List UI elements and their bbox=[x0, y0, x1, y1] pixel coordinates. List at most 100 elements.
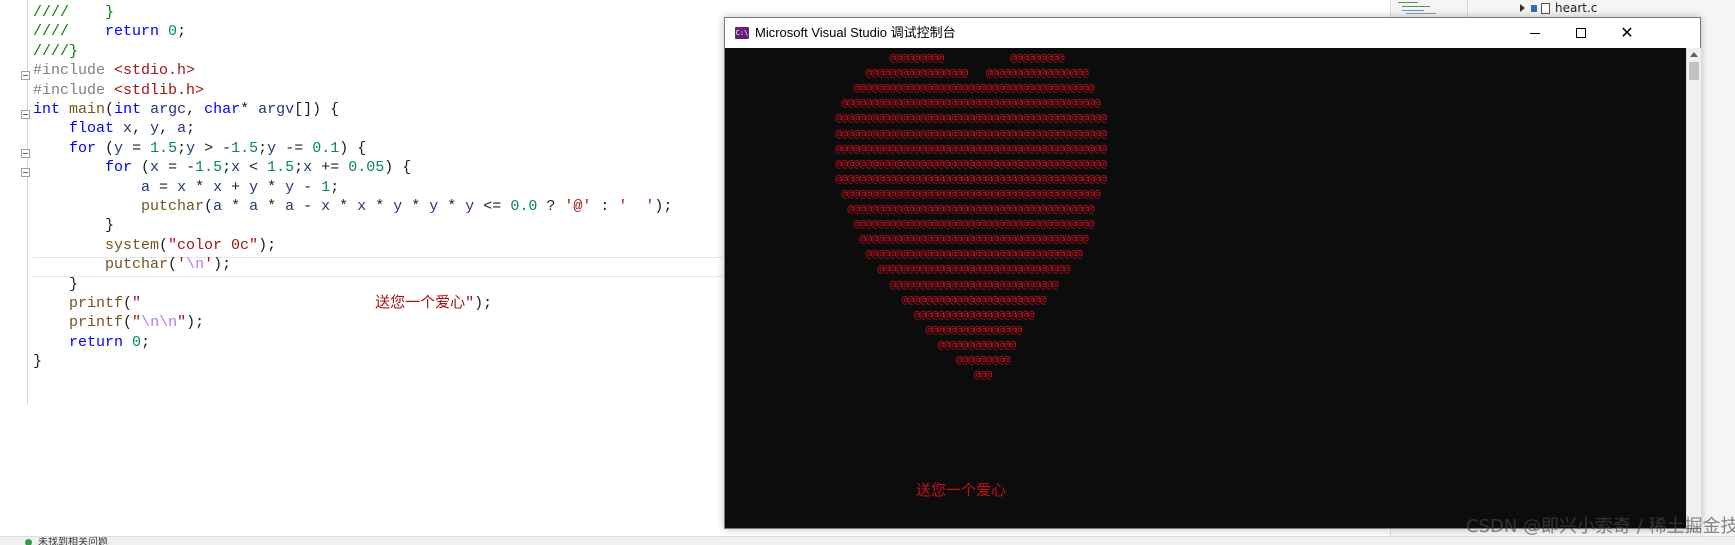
code-token: printf bbox=[69, 314, 124, 332]
minimize-button[interactable] bbox=[1512, 18, 1558, 48]
code-line[interactable]: //// } bbox=[33, 3, 114, 23]
code-token: putchar bbox=[141, 198, 205, 215]
maximize-button[interactable] bbox=[1558, 18, 1604, 48]
code-token: 0.0 bbox=[510, 198, 538, 215]
heart-row: @@@@@@@@@@@@@@@@@@@@@@@@@@@@@@@@ bbox=[781, 262, 1071, 276]
debug-console-window[interactable]: C:\ Microsoft Visual Studio 调试控制台 ✕ @@@@… bbox=[724, 17, 1701, 529]
code-line[interactable]: for (y = 1.5;y > -1.5;y -= 0.1) { bbox=[33, 139, 366, 159]
code-token: y bbox=[267, 139, 277, 157]
code-token: ' bbox=[177, 256, 187, 274]
code-token: argc bbox=[150, 101, 187, 118]
code-token: //// } bbox=[33, 4, 115, 21]
heart-row: @@@@@@@@@@@@@@@@@@@@@@@@ bbox=[781, 292, 1046, 306]
code-token: * bbox=[258, 198, 286, 215]
console-scrollbar[interactable] bbox=[1686, 48, 1701, 528]
heart-row: @@@ bbox=[781, 368, 993, 382]
code-line[interactable]: #include <stdlib.h> bbox=[33, 81, 204, 101]
code-token: a bbox=[285, 198, 295, 215]
console-titlebar[interactable]: C:\ Microsoft Visual Studio 调试控制台 ✕ bbox=[725, 18, 1700, 49]
code-token: '@' bbox=[564, 198, 592, 215]
code-line[interactable]: putchar('\n'); bbox=[33, 255, 231, 275]
code-token: * bbox=[258, 178, 286, 196]
code-line[interactable]: for (x = -1.5;x < 1.5;x += 0.05) { bbox=[33, 158, 411, 178]
code-token: * bbox=[330, 198, 358, 215]
code-token: ( bbox=[204, 198, 214, 215]
code-token: x bbox=[213, 178, 223, 196]
code-token: ); bbox=[213, 256, 232, 274]
code-line[interactable]: int main(int argc, char* argv[]) { bbox=[33, 100, 339, 120]
code-token: x bbox=[357, 198, 367, 215]
code-line[interactable]: printf(" 送您一个爱心"); bbox=[33, 294, 492, 314]
code-token: y bbox=[465, 198, 475, 215]
code-token: = bbox=[123, 139, 151, 157]
code-token: ( bbox=[168, 256, 178, 274]
code-line[interactable]: putchar(a * a * a - x * x * y * y * y <=… bbox=[33, 197, 672, 217]
fold-toggle-icon[interactable] bbox=[21, 71, 30, 80]
scroll-thumb[interactable] bbox=[1689, 62, 1699, 80]
solution-file-item[interactable]: heart.c bbox=[1520, 0, 1597, 16]
code-line[interactable]: a = x * x + y * y - 1; bbox=[33, 178, 339, 198]
code-line[interactable]: } bbox=[33, 216, 114, 236]
fold-toggle-icon[interactable] bbox=[21, 149, 30, 158]
code-token: ; bbox=[294, 159, 304, 177]
code-line[interactable]: //// return 0; bbox=[33, 22, 186, 42]
code-token: * bbox=[186, 178, 214, 196]
heart-row: @@@@@@@@@@@@@@@@@@@@@@@@@@@@@@@@@@@@@@@@… bbox=[781, 111, 1107, 125]
code-token: <stdio.h> bbox=[114, 62, 196, 80]
code-line[interactable]: } bbox=[33, 352, 42, 372]
heart-row: @@@@@@@@@@@@@@@@@@@@@@@@@@@@@@@@@@@@@@@@… bbox=[781, 171, 1107, 185]
status-ok-icon bbox=[25, 539, 32, 545]
console-message: 送您一个爱心 bbox=[916, 481, 1007, 499]
code-line[interactable]: system("color 0c"); bbox=[33, 236, 276, 256]
code-token: * bbox=[240, 101, 259, 118]
code-token: : bbox=[591, 198, 619, 215]
console-output[interactable]: @@@@@@@@@ @@@@@@@@@ @@@@@@@@@@@@@@@@@ @@… bbox=[725, 48, 1686, 528]
code-token: ; bbox=[186, 120, 196, 138]
close-icon: ✕ bbox=[1620, 23, 1634, 42]
code-line[interactable]: ////} bbox=[33, 42, 78, 62]
fold-toggle-icon[interactable] bbox=[21, 110, 30, 119]
code-line[interactable]: printf("\n\n"); bbox=[33, 313, 204, 333]
code-token: y bbox=[186, 139, 196, 157]
editor-gutter bbox=[27, 0, 28, 404]
code-token: ) { bbox=[384, 159, 412, 177]
code-token: ( bbox=[123, 314, 133, 332]
watermark: CSDN @即兴小索奇 / 稀土掘金技术社区 bbox=[1466, 516, 1735, 537]
close-button[interactable]: ✕ bbox=[1604, 18, 1650, 48]
code-token: a bbox=[213, 198, 223, 215]
expand-arrow-icon[interactable] bbox=[1520, 4, 1525, 12]
code-token: x bbox=[321, 198, 331, 215]
heart-row: @@@@@@@@@@@@@@@@@@@@@@@@@@@@@@@@@@@@@@@@… bbox=[781, 141, 1107, 155]
code-token: argv bbox=[258, 101, 295, 118]
code-token: ; bbox=[177, 23, 187, 41]
code-token: x bbox=[231, 159, 241, 177]
code-token: " 送您一个爱心" bbox=[132, 295, 475, 312]
file-icon bbox=[1541, 3, 1550, 14]
code-token: y bbox=[285, 178, 295, 196]
code-token: * bbox=[438, 198, 466, 215]
heart-row: @@@@@@@@@@@@@@@@@@@@@@@@@@@@@@@@@@@@@@@@… bbox=[781, 156, 1107, 170]
code-token: 0 bbox=[168, 23, 178, 41]
heart-row: @@@@@@@@@@@@@@@@@@@@@@@@@@@@ bbox=[781, 277, 1059, 291]
code-line[interactable]: #include <stdio.h> bbox=[33, 61, 195, 81]
heart-row: @@@@@@@@@@@@@@@@@@@@@@@@@@@@@@@@@@@@@@ bbox=[781, 232, 1089, 246]
code-token: < bbox=[240, 159, 268, 177]
code-token: ( bbox=[105, 101, 115, 118]
code-line[interactable]: } bbox=[33, 275, 78, 295]
heart-row: @@@@@@@@@@@@@@@@@@@@@@@@@@@@@@@@@@@@@@@@… bbox=[781, 126, 1107, 140]
code-token: , bbox=[132, 120, 151, 138]
scroll-up-arrow-icon[interactable] bbox=[1690, 52, 1698, 57]
code-line[interactable]: float x, y, a; bbox=[33, 119, 195, 139]
code-token: char bbox=[204, 101, 241, 118]
fold-toggle-icon[interactable] bbox=[21, 168, 30, 177]
code-line[interactable]: return 0; bbox=[33, 333, 150, 353]
code-token: putchar bbox=[105, 256, 169, 274]
code-token: y bbox=[393, 198, 403, 215]
